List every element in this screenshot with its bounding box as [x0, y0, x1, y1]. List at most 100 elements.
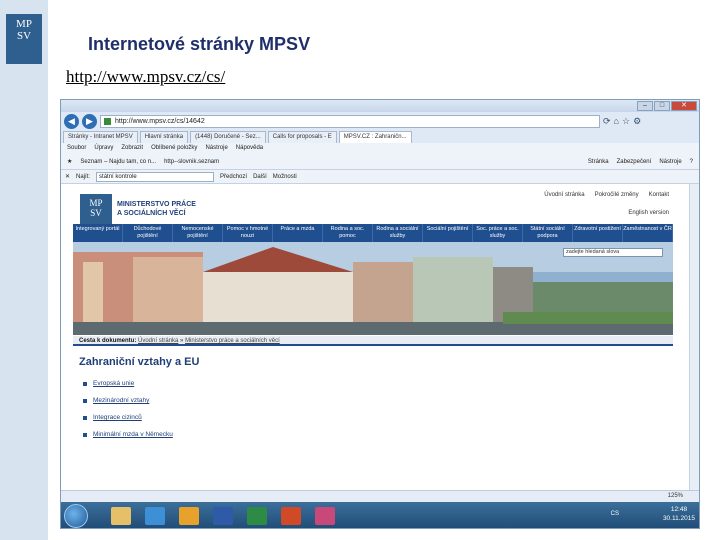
minimize-icon[interactable]: –	[637, 101, 653, 111]
status-bar: 125%	[61, 490, 699, 502]
find-next-button[interactable]: Další	[253, 174, 267, 180]
find-options-button[interactable]: Možnosti	[273, 174, 297, 180]
browser-screenshot: – □ ✕ ◀ ▶ http://www.mpsv.cz/cs/14642 ⟳ …	[60, 99, 700, 529]
nav-item[interactable]: Důchodové pojištění	[123, 224, 173, 242]
logo-line1: MP	[16, 18, 32, 30]
vertical-scrollbar[interactable]	[689, 184, 699, 490]
nav-item[interactable]: Nemocenské pojištění	[173, 224, 223, 242]
site-logo[interactable]: MP SV	[80, 194, 112, 224]
nav-item[interactable]: Práce a mzda	[273, 224, 323, 242]
nav-item[interactable]: Pomoc v hmotné nouzi	[223, 224, 273, 242]
slide-title: Internetové stránky MPSV	[88, 34, 311, 54]
internet-explorer-icon[interactable]	[145, 507, 165, 525]
menu-view[interactable]: Zobrazit	[121, 143, 143, 154]
menu-file[interactable]: Soubor	[67, 143, 86, 154]
breadcrumb-home[interactable]: Úvodní stránka	[138, 338, 178, 344]
mpsv-logo: MP SV	[6, 14, 42, 64]
toplink-home[interactable]: Úvodní stránka	[544, 192, 584, 198]
menu-help[interactable]: Nápověda	[236, 143, 263, 154]
menu-edit[interactable]: Úpravy	[94, 143, 113, 154]
page-title: Zahraniční vztahy a EU	[79, 356, 200, 368]
tab-calls[interactable]: Calls for proposals - E	[267, 131, 337, 143]
forward-button[interactable]: ▶	[82, 113, 97, 129]
clock[interactable]: 12:48 30.11.2015	[663, 505, 695, 523]
site-name: MINISTERSTVO PRÁCE A SOCIÁLNÍCH VĚCÍ	[117, 200, 196, 218]
toplink-contact[interactable]: Kontakt	[649, 192, 669, 198]
bullet-icon	[83, 432, 87, 437]
breadcrumb-label: Cesta k dokumentu:	[79, 338, 137, 344]
nav-item[interactable]: Sociální pojištění	[423, 224, 473, 242]
start-button[interactable]	[64, 504, 88, 528]
nav-item[interactable]: Zaměstnanost v ČR	[623, 224, 673, 242]
link-integration[interactable]: Integrace cizinců	[93, 414, 142, 421]
menu-favorites[interactable]: Oblíbené položky	[151, 143, 197, 154]
nav-item[interactable]: Zdravotní postižení	[573, 224, 623, 242]
help-icon[interactable]: ?	[690, 159, 693, 165]
nav-item[interactable]: Integrovaný portál	[73, 224, 123, 242]
slide-side-bar	[0, 0, 48, 540]
find-label: Najít:	[76, 173, 91, 180]
windows-taskbar: CS 12:48 30.11.2015	[61, 502, 699, 528]
language-indicator[interactable]: CS	[611, 511, 619, 517]
site-top-links: Úvodní stránka Pokročilé změny Kontakt	[544, 192, 669, 198]
outlook-icon[interactable]	[179, 507, 199, 525]
address-bar[interactable]: http://www.mpsv.cz/cs/14642	[100, 114, 600, 128]
nav-item[interactable]: Rodina a sociální služby	[373, 224, 423, 242]
link-eu[interactable]: Evropská unie	[93, 380, 134, 387]
list-item: Evropská unie	[83, 380, 173, 387]
word-icon[interactable]	[213, 507, 233, 525]
site-name-line1: MINISTERSTVO PRÁCE	[117, 201, 196, 208]
clock-date: 30.11.2015	[662, 515, 695, 522]
tab-mail[interactable]: (1448) Doručené - Sez...	[190, 131, 266, 143]
back-button[interactable]: ◀	[64, 113, 79, 129]
tab-strip: Stránky - Intranet MPSV Hlavní stránka (…	[61, 130, 699, 143]
find-close-icon[interactable]: ✕	[65, 173, 70, 180]
folder-icon[interactable]	[111, 507, 131, 525]
clock-time: 12:48	[670, 506, 688, 513]
favorite-seznam[interactable]: Seznam – Najdu tam, co n...	[80, 159, 156, 165]
slide-url-link[interactable]: http://www.mpsv.cz/cs/	[66, 67, 225, 87]
site-logo-line1: MP	[89, 198, 103, 208]
excel-icon[interactable]	[247, 507, 267, 525]
breadcrumb-ministry[interactable]: Ministerstvo práce a sociálních věcí	[185, 338, 280, 344]
find-previous-button[interactable]: Předchozí	[220, 174, 247, 180]
refresh-icon[interactable]: ⟳	[603, 116, 611, 127]
maximize-icon[interactable]: □	[654, 101, 670, 111]
link-international[interactable]: Mezinárodní vztahy	[93, 397, 149, 404]
site-logo-line2: SV	[90, 208, 102, 218]
close-icon[interactable]: ✕	[671, 101, 697, 111]
command-tools[interactable]: Nástroje	[659, 159, 681, 165]
bullet-icon	[83, 381, 87, 386]
nav-item[interactable]: Soc. práce a soc. služby	[473, 224, 523, 242]
toplink-changes[interactable]: Pokročilé změny	[595, 192, 639, 198]
command-page[interactable]: Stránka	[588, 159, 609, 165]
nav-item[interactable]: Rodina a soc. pomoc	[323, 224, 373, 242]
menu-tools[interactable]: Nástroje	[205, 143, 227, 154]
nav-item[interactable]: Státní sociální podpora	[523, 224, 573, 242]
tab-mpsv[interactable]: MPSV.CZ : Zahraničn...	[338, 131, 412, 143]
breadcrumb: Cesta k dokumentu: Úvodní stránka » Mini…	[73, 336, 673, 346]
menu-bar: Soubor Úpravy Zobrazit Oblíbené položky …	[61, 143, 699, 154]
find-input[interactable]: státní kontrole	[96, 171, 215, 182]
bullet-icon	[83, 398, 87, 403]
english-version-link[interactable]: English version	[628, 210, 669, 216]
tab-home[interactable]: Hlavní stránka	[139, 131, 189, 143]
address-row: ◀ ▶ http://www.mpsv.cz/cs/14642 ⟳ ⌂ ☆ ⚙	[61, 112, 699, 130]
section-links: Evropská unie Mezinárodní vztahy Integra…	[83, 380, 173, 448]
favorite-slovnik[interactable]: http--slovnik.seznam	[164, 159, 219, 165]
favorite-star-icon[interactable]: ★	[67, 158, 72, 165]
app-icon[interactable]	[315, 507, 335, 525]
gear-icon[interactable]: ⚙	[633, 116, 641, 127]
star-icon[interactable]: ☆	[622, 116, 630, 127]
site-main-nav: Integrovaný portál Důchodové pojištění N…	[73, 224, 673, 242]
page-viewport: MP SV MINISTERSTVO PRÁCE A SOCIÁLNÍCH VĚ…	[61, 184, 699, 490]
site-search-input[interactable]: zadejte hledaná slova	[563, 248, 663, 257]
link-min-wage[interactable]: Minimální mzda v Německu	[93, 431, 173, 438]
powerpoint-icon[interactable]	[281, 507, 301, 525]
home-icon[interactable]: ⌂	[614, 116, 619, 126]
site-name-line2: A SOCIÁLNÍCH VĚCÍ	[117, 210, 186, 217]
zoom-level[interactable]: 125%	[668, 491, 683, 502]
browser-titlebar: – □ ✕	[61, 100, 699, 112]
tab-intranet[interactable]: Stránky - Intranet MPSV	[63, 131, 138, 143]
command-security[interactable]: Zabezpečení	[617, 159, 652, 165]
